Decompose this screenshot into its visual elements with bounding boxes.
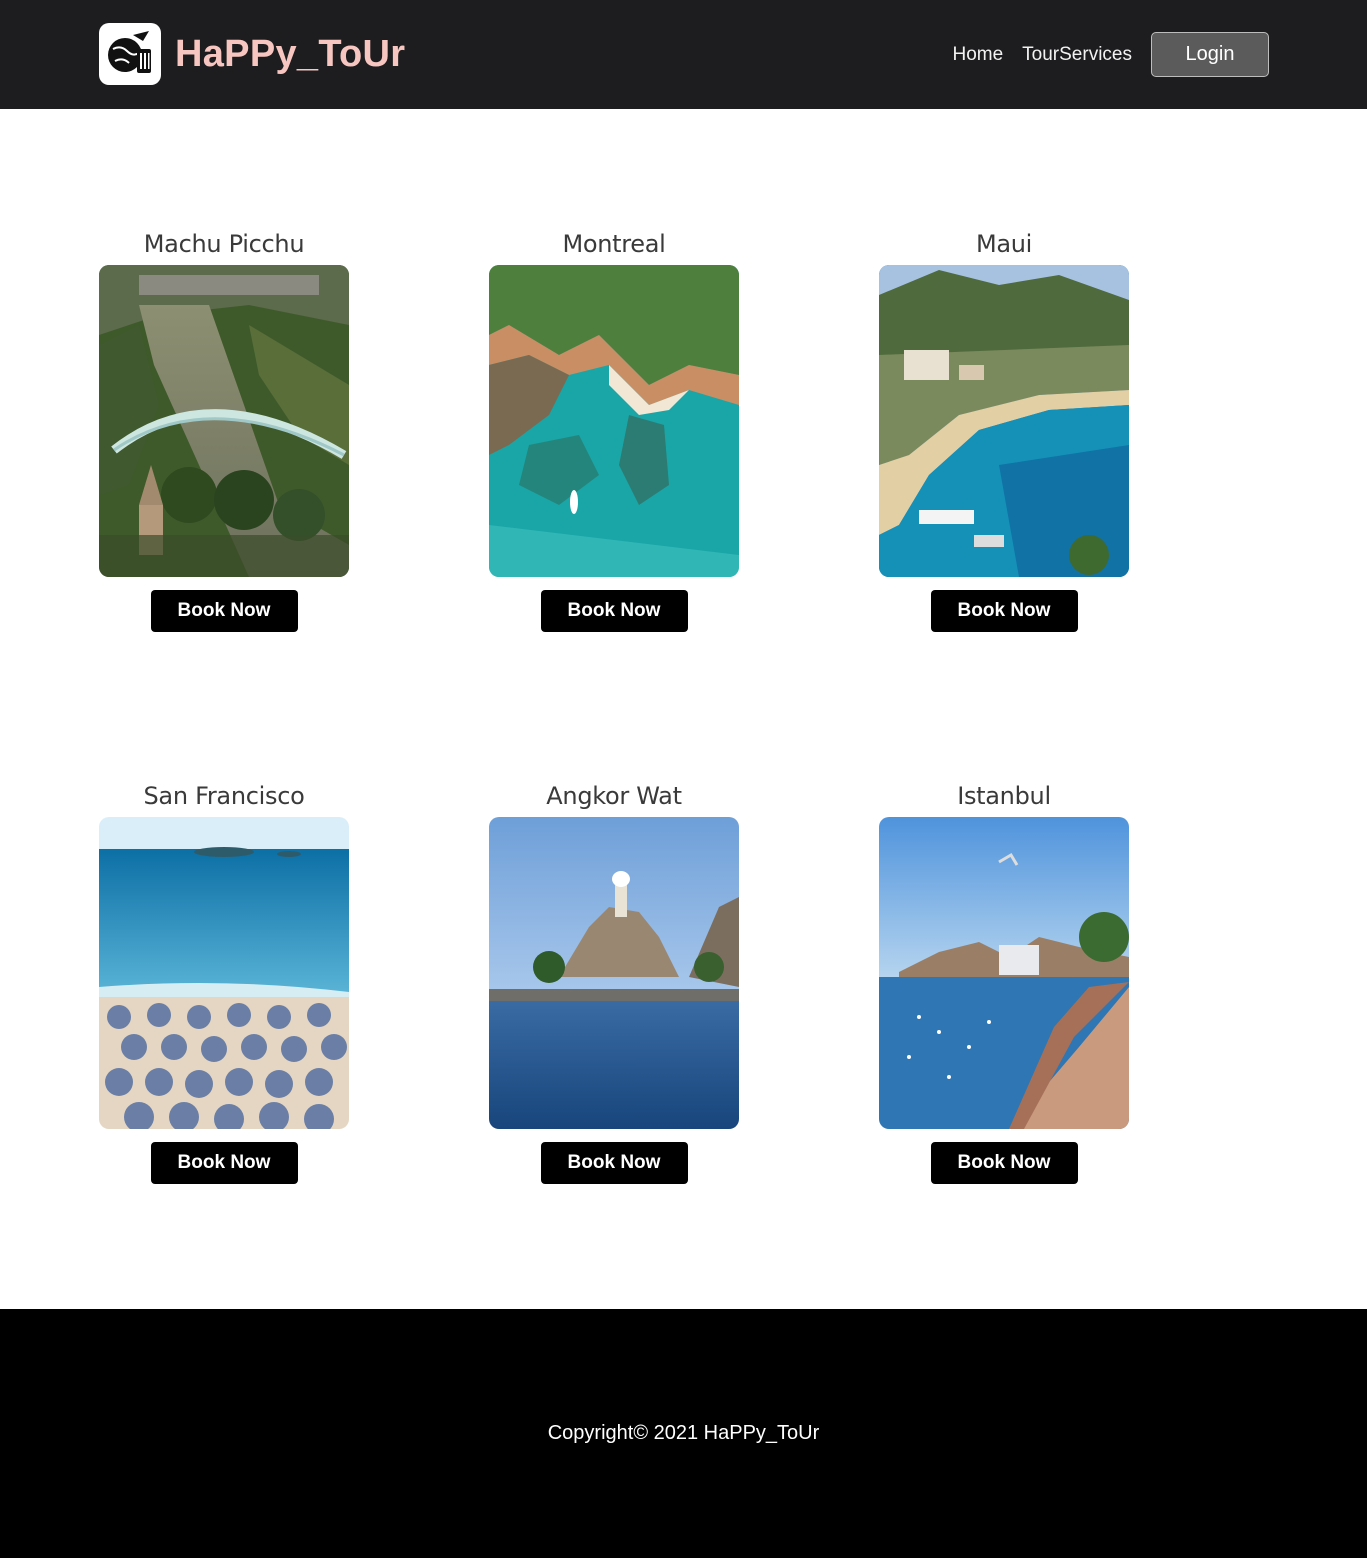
book-now-button[interactable]: Book Now [540,590,688,632]
book-now-button[interactable]: Book Now [930,1142,1078,1184]
destination-card: Machu Picchu Book Now [99,229,349,632]
copyright-text: Copyright© 2021 HaPPy_ToUr [547,1422,820,1444]
navbar: HaPPy_ToUr Home TourServices Login [0,0,1367,109]
nav-tourservices-link[interactable]: TourServices [1022,44,1132,66]
brand-name[interactable]: HaPPy_ToUr [175,33,405,76]
nav-home-link[interactable]: Home [952,44,1003,66]
login-button[interactable]: Login [1151,32,1269,77]
destination-card: Istanbul Book Now [879,781,1129,1184]
book-now-button[interactable]: Book Now [540,1142,688,1184]
book-now-button[interactable]: Book Now [150,1142,298,1184]
footer: Copyright© 2021 HaPPy_ToUr [0,1309,1367,1558]
destination-card: San Francisco Book Now [99,781,349,1184]
destination-title: Montreal [562,230,666,258]
destination-title: Istanbul [957,782,1051,810]
destination-title: Maui [975,230,1033,258]
nav-links: Home TourServices Login [952,32,1269,77]
coastal-fort-photo [489,817,739,1129]
beach-umbrellas-photo [99,817,349,1129]
bay-beach-photo [879,265,1129,577]
seaside-promenade-photo [879,817,1129,1129]
brand[interactable]: HaPPy_ToUr [99,23,405,85]
destination-title: San Francisco [143,782,305,810]
book-now-button[interactable]: Book Now [150,590,298,632]
destination-card: Angkor Wat Book Now [489,781,739,1184]
travel-globe-icon[interactable] [99,23,161,85]
river-bridge-photo [99,265,349,577]
turquoise-cove-photo [489,265,739,577]
destination-card: Montreal Book Now [489,229,739,632]
destination-title: Machu Picchu [143,230,305,258]
destination-card: Maui Book Now [879,229,1129,632]
destination-title: Angkor Wat [546,782,682,810]
book-now-button[interactable]: Book Now [930,590,1078,632]
